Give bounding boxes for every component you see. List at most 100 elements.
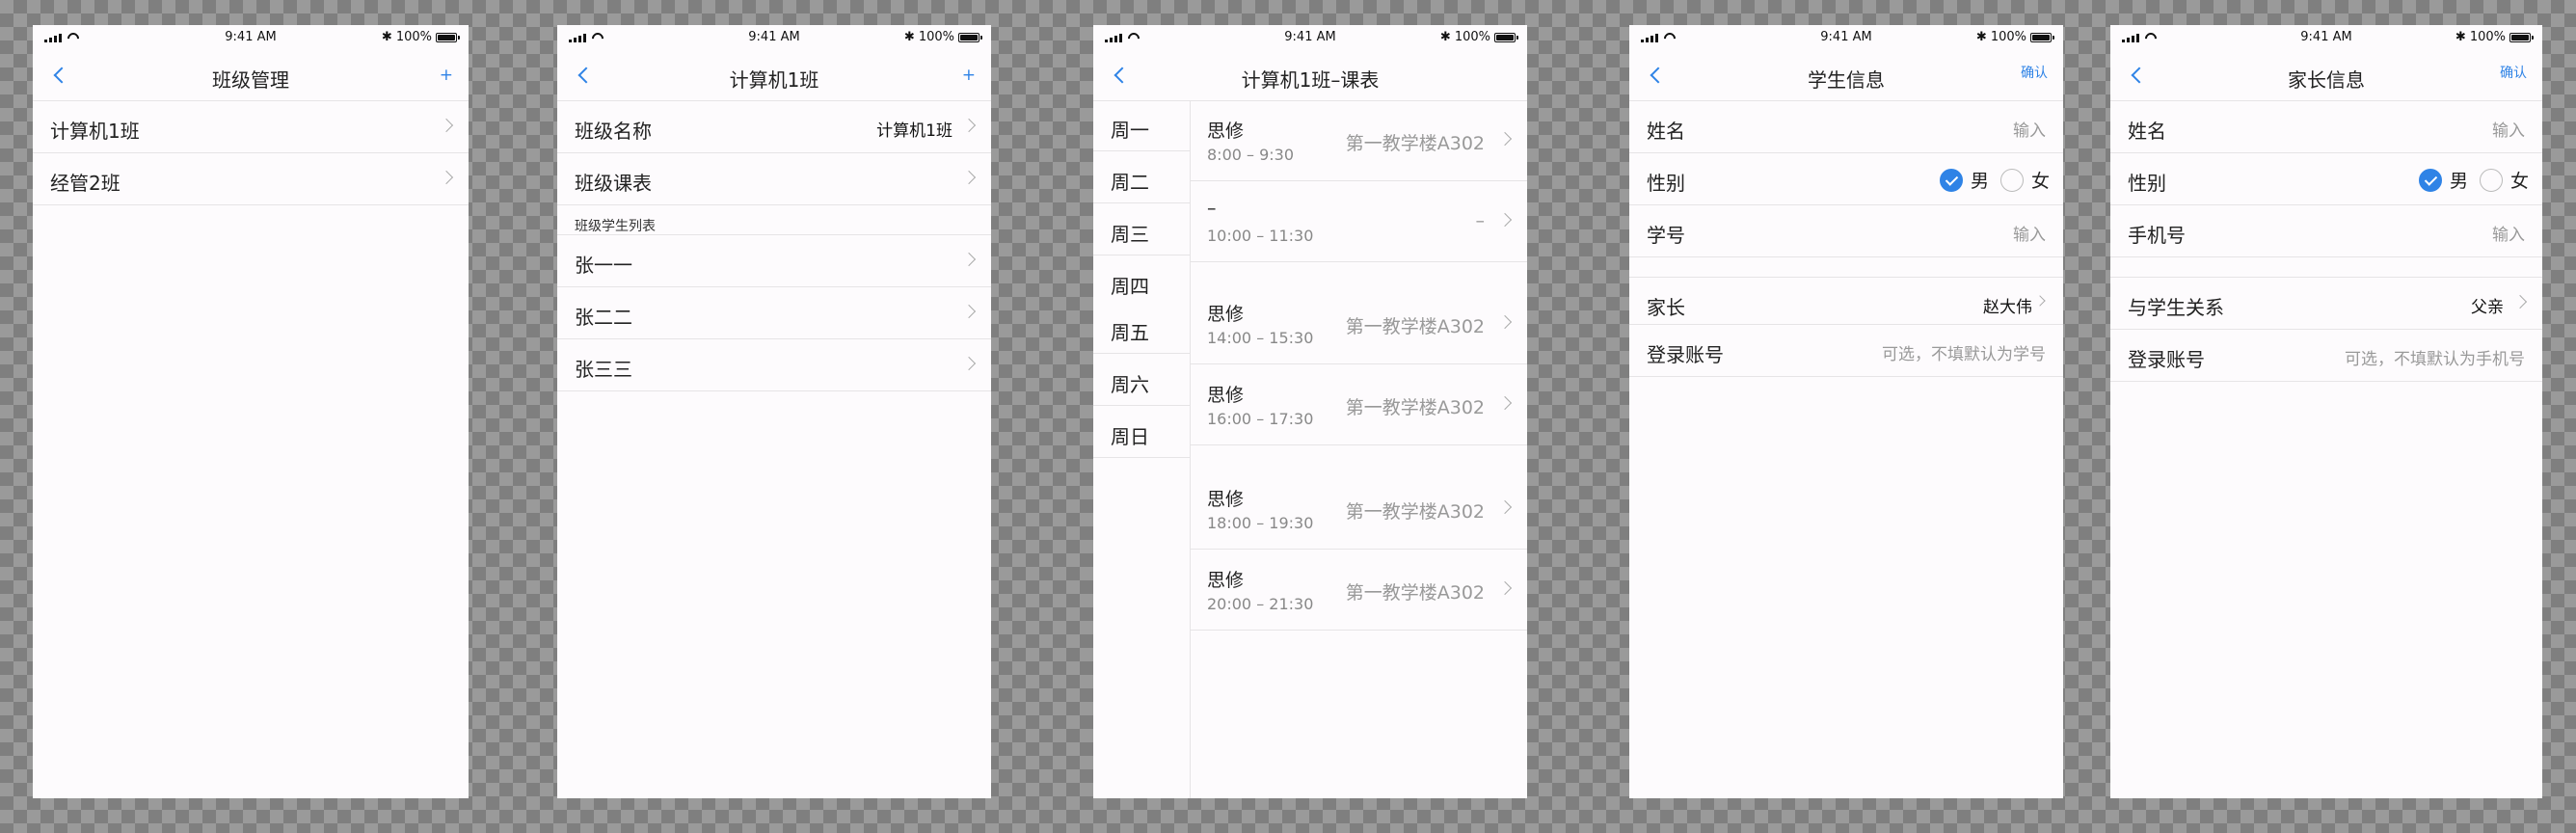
student-id-label: 学号 <box>1647 224 1685 247</box>
battery-icon <box>2509 32 2534 42</box>
chevron-right-icon <box>961 252 977 267</box>
gender-radio-group: 男 女 <box>1939 167 2050 193</box>
bluetooth-icon: ✱ <box>903 30 915 44</box>
class-row[interactable]: 经管2班 <box>33 153 469 205</box>
lesson-course: 思修 <box>1207 570 1245 591</box>
screen-class-management: 9:41 AM ✱ 100% 班级管理 + 计算机1班 经管2班 <box>33 25 469 798</box>
student-id-row[interactable]: 学号 输入 <box>1629 205 2063 257</box>
lesson-course: 思修 <box>1207 385 1245 406</box>
login-account-row[interactable]: 登录账号 可选，不填默认为学号 <box>1629 325 2063 377</box>
battery-percent: 100% <box>2469 30 2506 44</box>
class-schedule-row[interactable]: 班级课表 <box>557 153 991 205</box>
page-title: 计算机1班 <box>729 68 819 92</box>
gender-male-radio[interactable]: 男 <box>1939 167 1989 193</box>
status-bar: 9:41 AM ✱ 100% <box>1629 25 2063 50</box>
nav-bar: 班级管理 + <box>33 50 469 101</box>
confirm-button[interactable]: 确认 <box>2021 63 2048 82</box>
class-schedule-label: 班级课表 <box>575 172 652 195</box>
lesson-course: 思修 <box>1207 489 1245 510</box>
lesson-room: – <box>1475 210 1486 231</box>
gender-female-radio[interactable]: 女 <box>2479 167 2529 193</box>
lesson-time: 14:00 – 15:30 <box>1207 329 1314 347</box>
battery-percent: 100% <box>1454 30 1490 44</box>
relation-row[interactable]: 与学生关系 父亲 <box>2110 277 2542 330</box>
lesson-time: 18:00 – 19:30 <box>1207 514 1314 532</box>
confirm-button[interactable]: 确认 <box>2500 63 2527 82</box>
day-tab-sun[interactable]: 周日 <box>1093 408 1190 458</box>
gender-female-radio[interactable]: 女 <box>1999 167 2050 193</box>
gender-label: 性别 <box>1647 172 1685 195</box>
bluetooth-icon: ✱ <box>2455 30 2466 44</box>
gender-row: 性别 男 女 <box>2110 153 2542 205</box>
page-title: 家长信息 <box>2288 68 2365 92</box>
name-field-row[interactable]: 姓名 输入 <box>2110 101 2542 153</box>
lesson-course: 思修 <box>1207 304 1245 325</box>
login-account-input[interactable]: 可选，不填默认为手机号 <box>2345 345 2525 369</box>
gender-female-label: 女 <box>2509 171 2529 192</box>
student-name: 张三三 <box>575 358 632 381</box>
add-student-button[interactable]: + <box>962 66 976 85</box>
name-input[interactable]: 输入 <box>2492 117 2525 141</box>
student-list-header: 班级学生列表 <box>557 205 991 234</box>
day-tab-wed[interactable]: 周三 <box>1093 205 1190 255</box>
lesson-row[interactable]: 思修 18:00 – 19:30 第一教学楼A302 <box>1190 470 1527 550</box>
name-label: 姓名 <box>2128 120 2166 143</box>
chevron-right-icon <box>1497 131 1513 147</box>
parent-label: 家长 <box>1647 296 1685 319</box>
lesson-row[interactable]: 思修 16:00 – 17:30 第一教学楼A302 <box>1190 365 1527 445</box>
lesson-room: 第一教学楼A302 <box>1345 501 1485 523</box>
gender-male-radio[interactable]: 男 <box>2418 167 2468 193</box>
name-field-row[interactable]: 姓名 输入 <box>1629 101 2063 153</box>
phone-row[interactable]: 手机号 输入 <box>2110 205 2542 257</box>
class-row[interactable]: 计算机1班 <box>33 101 469 153</box>
day-tab-sat[interactable]: 周六 <box>1093 356 1190 406</box>
name-input[interactable]: 输入 <box>2013 117 2046 141</box>
lesson-room: 第一教学楼A302 <box>1345 397 1485 418</box>
bluetooth-icon: ✱ <box>1975 30 1987 44</box>
class-name-row[interactable]: 班级名称 计算机1班 <box>557 101 991 153</box>
login-account-row[interactable]: 登录账号 可选，不填默认为手机号 <box>2110 330 2542 382</box>
screen-student-info: 9:41 AM ✱ 100% 学生信息 确认 姓名 输入 性别 男 女 学号 输… <box>1629 25 2063 798</box>
chevron-right-icon <box>2034 295 2046 307</box>
lesson-row[interactable]: 思修 8:00 – 9:30 第一教学楼A302 <box>1190 101 1527 181</box>
student-id-input[interactable]: 输入 <box>2013 221 2046 245</box>
gender-female-label: 女 <box>2030 171 2050 192</box>
student-row[interactable]: 张三三 <box>557 339 991 391</box>
lesson-row[interactable]: – 10:00 – 11:30 – <box>1190 182 1527 262</box>
lesson-row[interactable]: 思修 20:00 – 21:30 第一教学楼A302 <box>1190 551 1527 631</box>
student-row[interactable]: 张一一 <box>557 234 991 287</box>
login-account-input[interactable]: 可选，不填默认为学号 <box>1882 340 2046 364</box>
battery-icon <box>436 32 460 42</box>
day-label: 周一 <box>1111 119 1149 142</box>
lesson-row[interactable]: 思修 14:00 – 15:30 第一教学楼A302 <box>1190 284 1527 364</box>
login-account-label: 登录账号 <box>1647 343 1724 366</box>
chevron-right-icon <box>2512 294 2528 309</box>
class-row-label: 经管2班 <box>50 172 121 195</box>
screen-parent-info: 9:41 AM ✱ 100% 家长信息 确认 姓名 输入 性别 男 女 手机号 … <box>2110 25 2542 798</box>
chevron-right-icon <box>1497 499 1513 515</box>
login-account-label: 登录账号 <box>2128 348 2205 371</box>
day-tab-mon[interactable]: 周一 <box>1093 101 1190 151</box>
gender-male-label: 男 <box>1970 171 1989 192</box>
lesson-time: 16:00 – 17:30 <box>1207 410 1314 428</box>
chevron-right-icon <box>1497 580 1513 596</box>
day-tab-thu[interactable]: 周四 <box>1093 257 1190 308</box>
day-tab-tue[interactable]: 周二 <box>1093 153 1190 203</box>
screen-class-detail: 9:41 AM ✱ 100% 计算机1班 + 班级名称 计算机1班 班级课表 班… <box>557 25 991 798</box>
day-tab-fri[interactable]: 周五 <box>1093 304 1190 354</box>
parent-row[interactable]: 家长 赵大伟 <box>1629 277 2063 325</box>
status-bar: 9:41 AM ✱ 100% <box>33 25 469 50</box>
add-class-button[interactable]: + <box>440 66 453 85</box>
day-label: 周六 <box>1111 373 1149 396</box>
chevron-right-icon <box>961 118 977 133</box>
status-right: ✱ 100% <box>903 30 982 44</box>
status-right: ✱ 100% <box>2455 30 2534 44</box>
radio-unchecked-icon <box>1999 168 2024 192</box>
student-row[interactable]: 张二二 <box>557 287 991 339</box>
bluetooth-icon: ✱ <box>1439 30 1451 44</box>
battery-icon <box>958 32 982 42</box>
chevron-right-icon <box>439 118 454 133</box>
chevron-right-icon <box>961 304 977 319</box>
phone-input[interactable]: 输入 <box>2492 221 2525 245</box>
